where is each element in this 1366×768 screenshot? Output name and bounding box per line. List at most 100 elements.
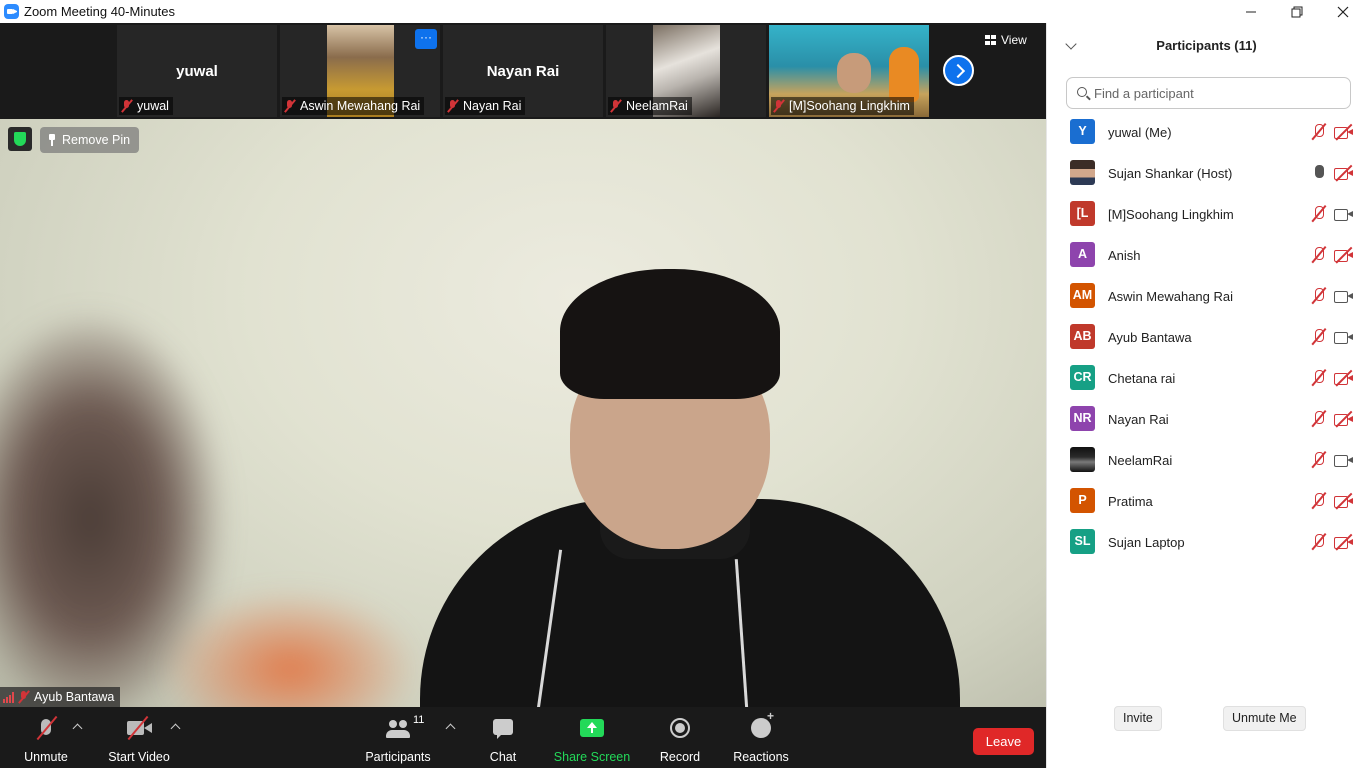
participant-row[interactable]: CR Chetana rai <box>1047 361 1366 402</box>
video-off-slash-icon <box>1335 369 1353 387</box>
avatar <box>1070 447 1095 472</box>
participant-name: Anish <box>1108 248 1141 263</box>
active-speaker-video[interactable]: Remove Pin Ayub Bantawa <box>0 119 1046 707</box>
more-options-button[interactable]: ··· <box>415 29 437 49</box>
mic-muted-icon <box>447 99 459 113</box>
pin-icon <box>48 134 56 146</box>
share-screen-icon <box>580 719 604 737</box>
video-tile-nayan[interactable]: Nayan Rai Nayan Rai <box>443 25 603 117</box>
tile-label: Aswin Mewahang Rai <box>300 99 421 113</box>
mic-muted-icon <box>1311 205 1327 223</box>
participant-name: Aswin Mewahang Rai <box>1108 289 1234 304</box>
tile-label: yuwal <box>137 99 169 113</box>
record-label: Record <box>659 750 701 764</box>
tile-name-tag: Nayan Rai <box>445 97 526 115</box>
security-shield-button[interactable] <box>8 127 32 151</box>
unmute-me-button[interactable]: Unmute Me <box>1223 706 1306 731</box>
video-camera-icon <box>1334 288 1354 304</box>
grid-view-icon <box>985 35 996 45</box>
mic-muted-icon <box>1311 410 1327 428</box>
tile-big-name: Nayan Rai <box>486 63 560 80</box>
tile-name-tag: NeelamRai <box>608 97 692 115</box>
avatar: P <box>1070 488 1095 513</box>
video-off-icon <box>1334 410 1354 428</box>
reactions-button[interactable]: Reactions <box>730 707 792 768</box>
minimize-button[interactable] <box>1228 0 1274 23</box>
participant-list: Yyuwal (Me) Sujan Shankar (Host) [L [M]Sooh… <box>1047 115 1366 566</box>
mic-muted-icon <box>1311 369 1327 387</box>
video-off-icon <box>1334 492 1354 510</box>
invite-button[interactable]: Invite <box>1114 706 1162 731</box>
participants-options-caret-icon[interactable] <box>445 723 456 734</box>
avatar: AB <box>1070 324 1095 349</box>
mic-muted-icon <box>1311 533 1327 551</box>
participant-row[interactable]: AM Aswin Mewahang Rai <box>1047 279 1366 320</box>
video-off-slash-icon <box>1335 410 1353 428</box>
zoom-logo-icon <box>4 4 19 19</box>
panel-title: Participants (11) <box>1156 38 1257 53</box>
participant-row[interactable]: [L [M]Soohang Lingkhim <box>1047 197 1366 238</box>
microphone-icon <box>1311 164 1327 182</box>
search-input[interactable] <box>1094 78 1344 108</box>
mic-muted-icon <box>121 99 133 113</box>
participant-row[interactable]: AB Ayub Bantawa <box>1047 320 1366 361</box>
view-label: View <box>1001 33 1027 47</box>
participants-button[interactable]: 11 Participants <box>363 707 433 768</box>
mic-muted-icon <box>1311 492 1327 510</box>
avatar: A <box>1070 242 1095 267</box>
speaker-name-tag: Ayub Bantawa <box>0 687 121 707</box>
avatar: [L <box>1070 201 1095 226</box>
video-tile-yuwal[interactable]: yuwal yuwal <box>117 25 277 117</box>
tile-label: Nayan Rai <box>463 99 522 113</box>
participant-row[interactable]: A Anish <box>1047 238 1366 279</box>
participant-search[interactable] <box>1066 77 1351 109</box>
search-icon <box>1077 87 1087 97</box>
video-tile-soohang[interactable]: [M]Soohang Lingkhim <box>769 25 929 117</box>
network-signal-icon <box>3 691 14 703</box>
participant-row[interactable]: Sujan Shankar (Host) <box>1047 156 1366 197</box>
speaker-hair <box>560 269 780 399</box>
thumbnail-strip: yuwal yuwal Aswin Mewahang Rai ··· Nayan… <box>0 23 1046 119</box>
meeting-toolbar: Unmute Start Video 11 Participants Chat … <box>0 707 1046 768</box>
chat-label: Chat <box>489 750 517 764</box>
next-page-button[interactable] <box>943 55 974 86</box>
video-tile-neelam[interactable]: NeelamRai <box>606 25 766 117</box>
video-camera-icon <box>1334 206 1354 222</box>
remove-pin-button[interactable]: Remove Pin <box>40 127 140 153</box>
mic-muted-icon <box>1311 123 1327 141</box>
meeting-area: yuwal yuwal Aswin Mewahang Rai ··· Nayan… <box>0 23 1046 768</box>
restore-button[interactable] <box>1274 0 1320 23</box>
reactions-smiley-icon <box>751 709 774 738</box>
start-video-label: Start Video <box>108 750 170 764</box>
close-icon <box>1337 6 1349 17</box>
remove-pin-label: Remove Pin <box>62 133 131 147</box>
participant-row[interactable]: NeelamRai <box>1047 443 1366 484</box>
participants-count: 11 <box>413 714 425 726</box>
video-off-slash-icon <box>1335 533 1353 551</box>
avatar: SL <box>1070 529 1095 554</box>
chat-button[interactable]: Chat <box>478 707 528 768</box>
mic-muted-icon <box>1311 451 1327 469</box>
reactions-label: Reactions <box>733 750 789 764</box>
participant-row[interactable]: NR Nayan Rai <box>1047 402 1366 443</box>
participant-row[interactable]: Yyuwal (Me) <box>1047 115 1366 156</box>
close-button[interactable] <box>1320 0 1366 23</box>
participant-row[interactable]: P Pratima <box>1047 484 1366 525</box>
leave-button[interactable]: Leave <box>973 728 1034 755</box>
participants-label: Participants <box>365 750 431 764</box>
unmute-button[interactable]: Unmute <box>16 707 76 768</box>
avatar: Y <box>1070 119 1095 144</box>
video-off-slash-icon <box>1335 492 1353 510</box>
participant-row[interactable]: SL Sujan Laptop <box>1047 525 1366 566</box>
record-button[interactable]: Record <box>655 707 705 768</box>
video-off-slash-icon <box>1335 123 1353 141</box>
mic-muted-icon <box>1311 287 1327 305</box>
mic-muted-icon <box>1311 246 1327 264</box>
view-button[interactable]: View <box>985 33 1027 47</box>
avatar <box>1070 160 1095 185</box>
share-screen-button[interactable]: Share Screen <box>552 707 632 768</box>
avatar: CR <box>1070 365 1095 390</box>
participant-name: Sujan Shankar (Host) <box>1108 166 1233 181</box>
tile-name-tag: Aswin Mewahang Rai <box>282 97 425 115</box>
start-video-button[interactable]: Start Video <box>104 707 174 768</box>
